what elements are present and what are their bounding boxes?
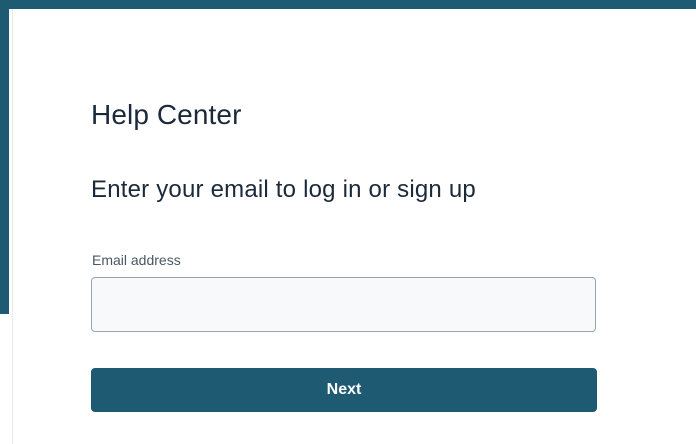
backdrop-top-band: [0, 0, 696, 9]
email-label: Email address: [92, 252, 181, 268]
page-title: Help Center: [91, 99, 242, 130]
email-field[interactable]: [91, 277, 596, 332]
login-prompt: Enter your email to log in or sign up: [91, 176, 476, 203]
next-button[interactable]: Next: [91, 368, 597, 412]
login-page: Help Center Enter your email to log in o…: [0, 0, 696, 444]
backdrop-left-band: [0, 0, 9, 314]
